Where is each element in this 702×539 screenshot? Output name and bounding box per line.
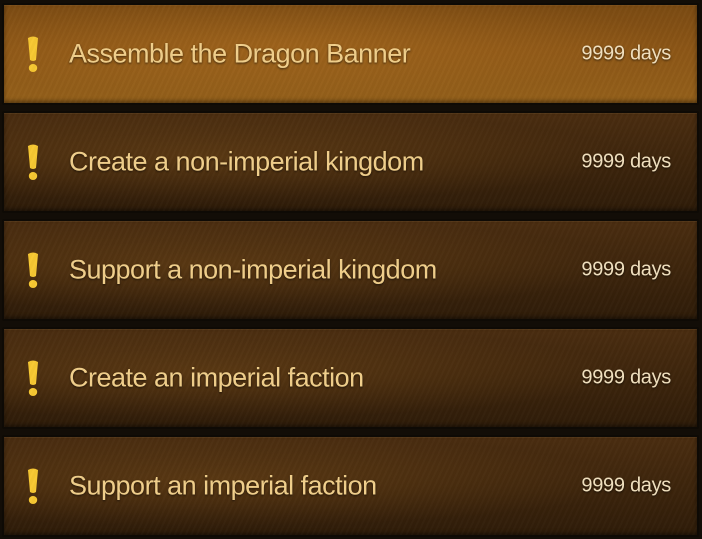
quest-list: Assemble the Dragon Banner 9999 days Cre…: [0, 0, 702, 539]
exclamation-icon: [28, 252, 38, 288]
quest-title: Create an imperial faction: [69, 362, 364, 393]
exclamation-icon: [28, 468, 38, 504]
quest-row-create-non-imperial-kingdom[interactable]: Create a non-imperial kingdom 9999 days: [2, 111, 699, 213]
quest-row-support-imperial-faction[interactable]: Support an imperial faction 9999 days: [2, 435, 699, 537]
quest-days-remaining: 9999 days: [581, 366, 671, 389]
quest-days-remaining: 9999 days: [581, 42, 671, 65]
quest-days-remaining: 9999 days: [581, 474, 671, 497]
quest-title: Support an imperial faction: [69, 470, 377, 501]
quest-title: Assemble the Dragon Banner: [69, 38, 411, 69]
quest-title: Support a non-imperial kingdom: [69, 254, 437, 285]
quest-row-support-non-imperial-kingdom[interactable]: Support a non-imperial kingdom 9999 days: [2, 219, 699, 321]
quest-row-create-imperial-faction[interactable]: Create an imperial faction 9999 days: [2, 327, 699, 429]
quest-days-remaining: 9999 days: [581, 258, 671, 281]
quest-title: Create a non-imperial kingdom: [69, 146, 424, 177]
quest-row-assemble-dragon-banner[interactable]: Assemble the Dragon Banner 9999 days: [2, 3, 699, 105]
exclamation-icon: [28, 360, 38, 396]
quest-days-remaining: 9999 days: [581, 150, 671, 173]
exclamation-icon: [28, 144, 38, 180]
exclamation-icon: [28, 36, 38, 72]
